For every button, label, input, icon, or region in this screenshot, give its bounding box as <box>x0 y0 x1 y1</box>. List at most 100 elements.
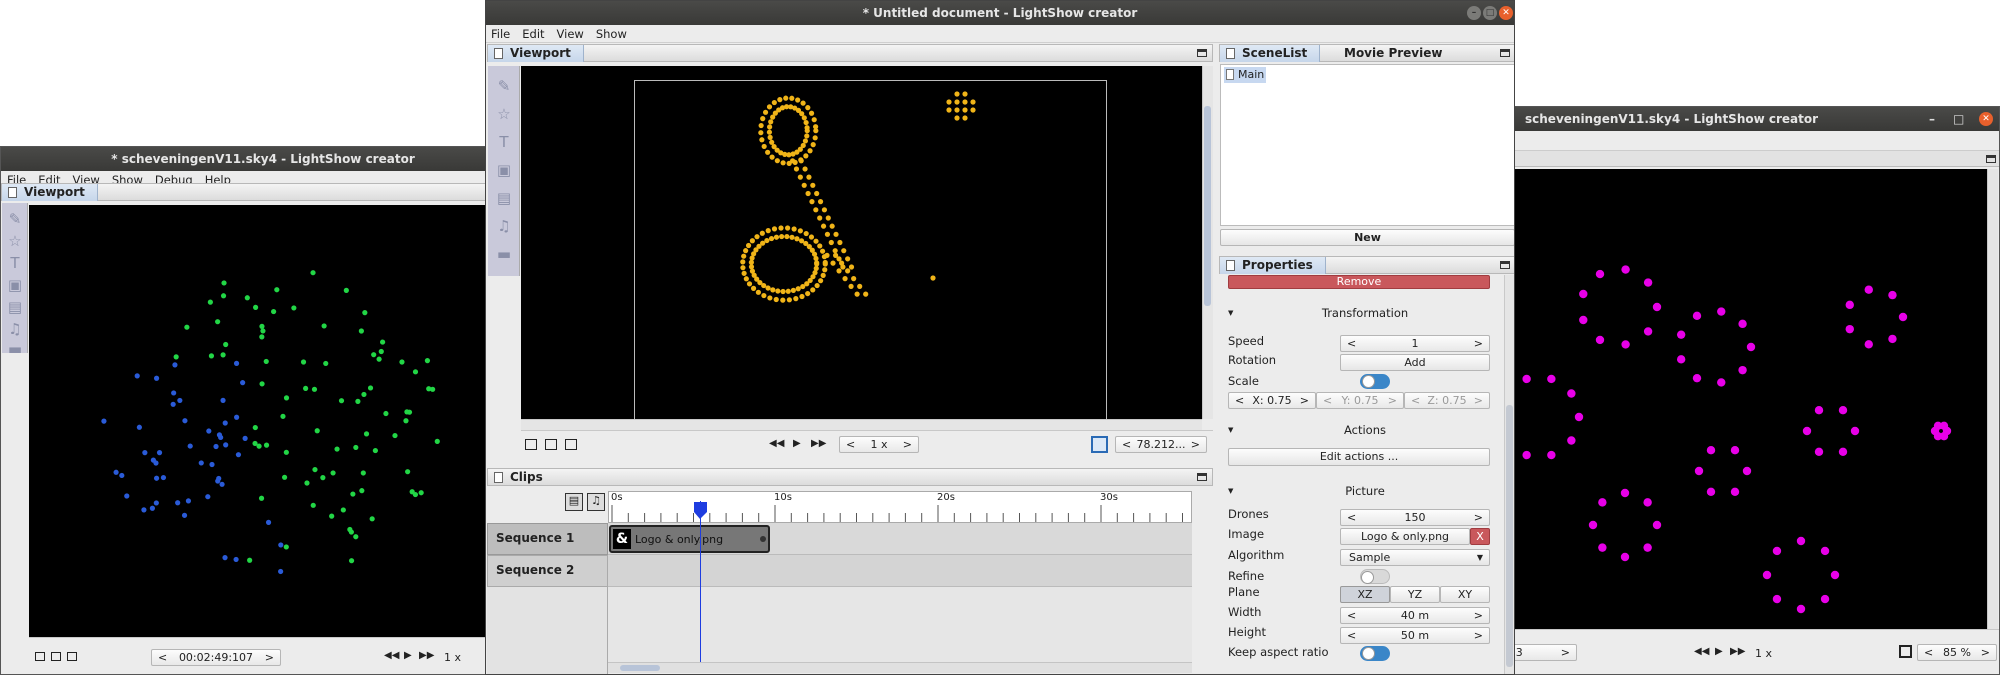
view-icon[interactable] <box>67 652 77 661</box>
camera-icon[interactable]: ▬ <box>494 244 514 264</box>
maximize-panel-icon[interactable] <box>1500 261 1510 269</box>
right-vertical-scrollbar[interactable] <box>1987 169 1998 629</box>
fast-forward-icon[interactable]: ▶▶ <box>1730 646 1745 657</box>
star-icon[interactable]: ☆ <box>5 231 25 251</box>
scenelist-tab[interactable]: SceneList <box>1220 45 1321 62</box>
algorithm-select[interactable]: Sample ▼ <box>1340 549 1490 566</box>
pencil-icon[interactable]: ✎ <box>494 76 514 96</box>
keep-aspect-toggle[interactable] <box>1360 646 1390 661</box>
star-icon[interactable]: ☆ <box>494 104 514 124</box>
collapse-arrow-icon[interactable]: ▼ <box>1228 426 1233 434</box>
image-select-button[interactable]: Logo & only.png <box>1340 528 1470 545</box>
drone-dot <box>310 502 316 508</box>
maximize-icon[interactable]: □ <box>1953 107 1964 131</box>
image-icon[interactable]: ▣ <box>494 160 514 180</box>
fit-view-icon[interactable] <box>1091 436 1108 453</box>
drones-spinner[interactable]: <150 > <box>1340 509 1490 526</box>
collapse-arrow-icon[interactable]: ▼ <box>1228 487 1233 495</box>
sequence-2-header[interactable]: Sequence 2 <box>487 555 608 587</box>
rotation-add-button[interactable]: Add <box>1340 354 1490 371</box>
properties-scrollbar[interactable] <box>1504 275 1514 674</box>
drone-dot <box>1588 520 1598 530</box>
text-icon[interactable]: T <box>5 253 25 273</box>
view-icon[interactable] <box>51 652 61 661</box>
plane-xy-button[interactable]: XY <box>1440 586 1490 603</box>
scroll-thumb[interactable] <box>620 665 660 671</box>
rewind-icon[interactable]: ◀◀ <box>1694 646 1709 657</box>
play-icon[interactable]: ▶ <box>404 650 412 661</box>
main-vertical-scrollbar[interactable] <box>1202 66 1213 419</box>
menu-show[interactable]: Show <box>590 25 633 43</box>
menu-edit[interactable]: Edit <box>516 25 550 43</box>
clips-horizontal-scrollbar[interactable] <box>608 662 1192 673</box>
plane-yz-button[interactable]: YZ <box>1390 586 1440 603</box>
view-icon[interactable] <box>35 652 45 661</box>
speed-spinner[interactable]: <1 x > <box>839 436 919 453</box>
clips-tab[interactable]: Clips <box>488 469 555 486</box>
add-audio-icon[interactable]: ♫ <box>587 493 605 511</box>
fast-forward-icon[interactable]: ▶▶ <box>419 650 434 661</box>
maximize-panel-icon[interactable] <box>1500 49 1510 57</box>
pencil-icon[interactable]: ✎ <box>5 209 25 229</box>
rewind-icon[interactable]: ◀◀ <box>769 438 784 449</box>
left-viewport-canvas[interactable] <box>29 205 485 637</box>
minimize-icon[interactable]: – <box>1929 107 1935 131</box>
speed-spinner[interactable]: <1 > <box>1340 335 1490 352</box>
maximize-panel-icon[interactable] <box>1986 155 1996 163</box>
text-icon[interactable]: T <box>494 132 514 152</box>
view-icon[interactable] <box>525 439 537 450</box>
movie-preview-tab[interactable]: Movie Preview <box>1336 45 1450 61</box>
film-icon[interactable]: ▤ <box>5 297 25 317</box>
clip-end-handle[interactable] <box>760 536 766 542</box>
music-icon[interactable]: ♫ <box>5 319 25 339</box>
fast-forward-icon[interactable]: ▶▶ <box>811 438 826 449</box>
scale-toggle[interactable] <box>1360 374 1390 389</box>
plane-xz-button[interactable]: XZ <box>1340 586 1390 603</box>
height-spinner[interactable]: <50 m > <box>1340 627 1490 644</box>
image-clear-button[interactable]: X <box>1470 528 1490 545</box>
scale-x-spinner[interactable]: < X: 0.75 > <box>1228 392 1316 409</box>
main-viewport-canvas[interactable] <box>521 66 1202 425</box>
camera-icon[interactable]: ▬ <box>5 339 25 359</box>
remove-button[interactable]: Remove <box>1228 275 1490 289</box>
menu-file[interactable]: File <box>486 25 516 43</box>
collapse-arrow-icon[interactable]: ▼ <box>1228 309 1233 317</box>
minimize-icon[interactable]: – <box>1467 6 1481 20</box>
properties-tab[interactable]: Properties <box>1220 257 1326 274</box>
view-icon[interactable] <box>565 439 577 450</box>
rewind-icon[interactable]: ◀◀ <box>384 650 399 661</box>
sequence-1-header[interactable]: Sequence 1 <box>487 523 608 555</box>
play-icon[interactable]: ▶ <box>793 438 801 449</box>
close-icon[interactable]: ✕ <box>1979 112 1993 126</box>
close-icon[interactable]: ✕ <box>1499 6 1513 20</box>
add-clip-icon[interactable]: ▤ <box>565 493 583 511</box>
clip-logo[interactable]: & Logo & only.png <box>609 525 770 553</box>
maximize-panel-icon[interactable] <box>1197 473 1207 481</box>
sequence-2-track[interactable] <box>608 555 1192 587</box>
view-icon[interactable] <box>545 439 557 450</box>
playhead-handle[interactable] <box>694 502 707 512</box>
zoom-spinner[interactable]: <85 % > <box>1917 644 1997 661</box>
maximize-icon[interactable]: □ <box>1483 6 1497 20</box>
film-icon[interactable]: ▤ <box>494 188 514 208</box>
drone-dot <box>223 341 229 348</box>
scene-item-main[interactable]: Main <box>1224 67 1267 83</box>
image-icon[interactable]: ▣ <box>5 275 25 295</box>
play-icon[interactable]: ▶ <box>1715 646 1723 657</box>
menu-view[interactable]: View <box>551 25 590 43</box>
scroll-thumb[interactable] <box>1506 405 1513 667</box>
new-scene-button[interactable]: New <box>1220 229 1514 246</box>
right-viewport-canvas[interactable] <box>1491 169 1987 629</box>
left-viewport-tab[interactable]: Viewport <box>2 184 98 201</box>
main-horizontal-scrollbar[interactable] <box>521 419 1202 430</box>
maximize-panel-icon[interactable] <box>1197 49 1207 57</box>
refine-toggle[interactable] <box>1360 569 1390 584</box>
width-spinner[interactable]: <40 m > <box>1340 607 1490 624</box>
scroll-thumb[interactable] <box>1204 106 1211 306</box>
music-icon[interactable]: ♫ <box>494 216 514 236</box>
main-viewport-tab[interactable]: Viewport <box>488 45 584 62</box>
edit-actions-button[interactable]: Edit actions ... <box>1228 448 1490 466</box>
fit-view-icon[interactable] <box>1899 645 1912 658</box>
zoom-spinner[interactable]: <78.212... > <box>1115 436 1207 453</box>
time-spinner[interactable]: <00:02:49:107 > <box>151 649 281 666</box>
